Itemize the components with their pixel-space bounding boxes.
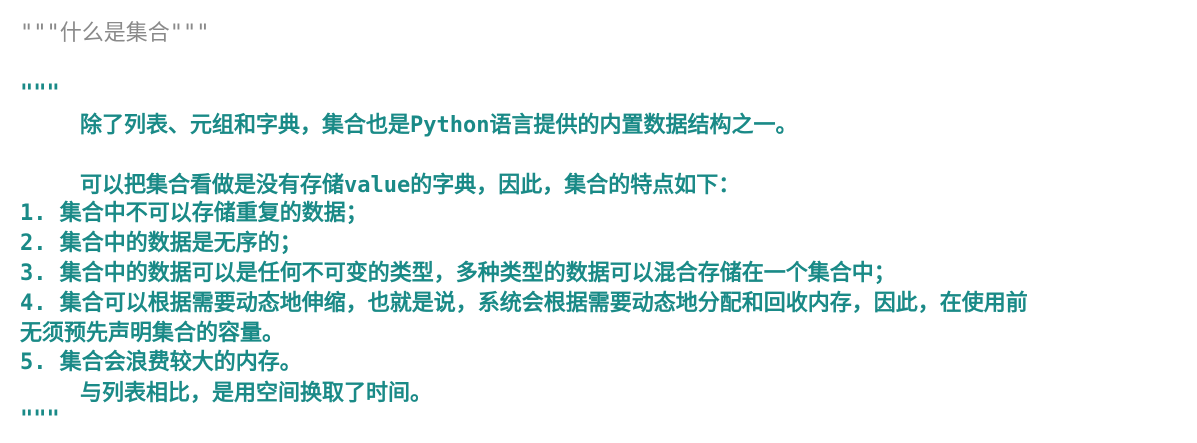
docstring-close: """ [20, 407, 60, 432]
docstring-open: """ [20, 81, 60, 106]
comment-line: """什么是集合""" [20, 21, 210, 46]
docstring-item-2: 2. 集合中的数据是无序的； [20, 231, 302, 256]
docstring-item-3: 3. 集合中的数据可以是任何不可变的类型，多种类型的数据可以混合存储在一个集合中… [20, 261, 896, 286]
docstring-item-5: 5. 集合会浪费较大的内存。 [20, 350, 302, 375]
docstring-intro: 除了列表、元组和字典，集合也是Python语言提供的内置数据结构之一。 [80, 113, 798, 138]
docstring-item-1: 1. 集合中不可以存储重复的数据； [20, 201, 368, 226]
code-editor[interactable]: """什么是集合""" """ 除了列表、元组和字典，集合也是Python语言提… [0, 0, 1197, 443]
docstring-item-4: 4. 集合可以根据需要动态地伸缩，也就是说，系统会根据需要动态地分配和回收内存，… [20, 291, 1028, 316]
docstring-item-4-continued: 无须预先声明集合的容量。 [20, 321, 285, 346]
docstring-item-5-detail: 与列表相比，是用空间换取了时间。 [80, 381, 433, 406]
